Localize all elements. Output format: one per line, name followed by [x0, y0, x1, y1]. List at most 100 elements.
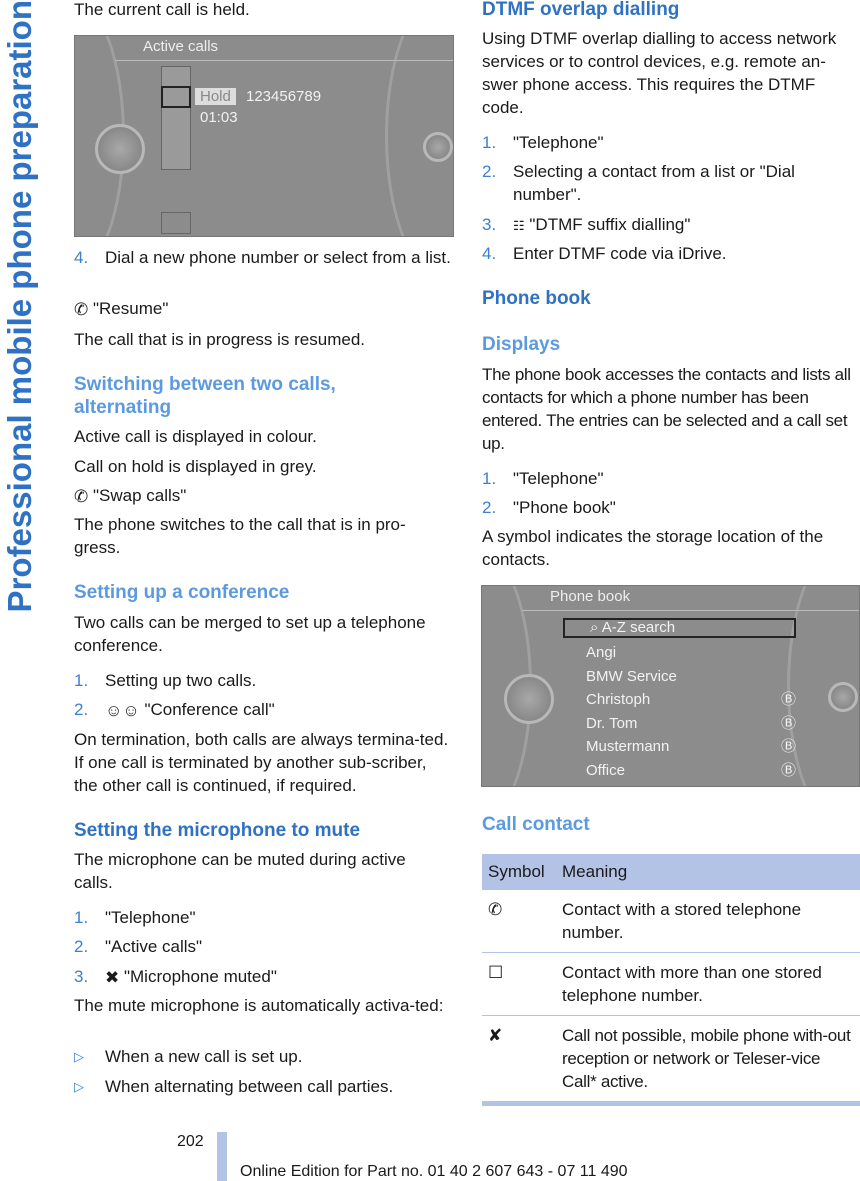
step-text: "Telephone" — [105, 908, 196, 927]
edition-note: Online Edition for Part no. 01 40 2 607 … — [240, 1163, 628, 1180]
call-number: 123456789 — [246, 88, 322, 105]
step-text: "Telephone" — [513, 469, 604, 488]
step-number: 2. — [74, 700, 89, 719]
menu-label: "Swap calls" — [92, 486, 187, 505]
hold-badge: Hold — [195, 88, 236, 105]
paragraph: Active call is displayed in colour. — [74, 427, 317, 446]
phone-book-screenshot: Phone book ⌕ A-Z search Angi BMW Service C… — [481, 585, 860, 787]
bluetooth-icon: Ⓑ — [780, 691, 796, 709]
section-heading: Phone book — [482, 288, 591, 309]
paragraph: The current call is held. — [74, 0, 250, 19]
bluetooth-icon: Ⓑ — [780, 738, 796, 756]
bullet-triangle-icon: ▷ — [74, 1049, 84, 1064]
contact-name: BMW Service — [586, 667, 677, 685]
bluetooth-icon: Ⓑ — [780, 761, 796, 779]
section-heading: Call contact — [482, 814, 590, 835]
step-text: "Phone book" — [513, 498, 616, 517]
chapter-sidebar-title: Professional mobile phone preparation — [1, 0, 38, 613]
header-meaning: Meaning — [556, 854, 860, 890]
paragraph: The phone switches to the call that is i… — [74, 515, 406, 557]
search-label: A-Z search — [601, 619, 676, 636]
contact-item: Office Ⓑ — [586, 759, 796, 783]
paragraph: Two calls can be merged to set up a tele… — [74, 613, 426, 655]
microphone-muted-icon: ✖ — [105, 968, 120, 988]
conference-icon: ☺☺ — [105, 701, 140, 721]
table-row: ✘ Call not possible, mobile phone with-ou… — [482, 1015, 860, 1102]
step-text: Selecting a contact from a list or "Dial… — [513, 162, 795, 204]
step-text: Enter DTMF code via iDrive. — [513, 244, 727, 263]
bullet-text: When a new call is set up. — [105, 1047, 303, 1066]
contact-name: Dr. Tom — [586, 714, 638, 732]
paragraph: A symbol indicates the storage location … — [482, 527, 824, 569]
paragraph: The mute microphone is automatically act… — [74, 996, 444, 1015]
step-number: 3. — [74, 967, 89, 986]
step-text: "Telephone" — [513, 133, 604, 152]
selected-swap-icon — [161, 86, 191, 108]
contact-item: Angi — [586, 641, 796, 665]
step-text: "DTMF suffix dialling" — [529, 215, 691, 234]
step-number: 2. — [482, 498, 497, 517]
contact-item: Dr. Tom Ⓑ — [586, 712, 796, 736]
active-calls-screenshot: Active calls Hold 123456789 01:03 — [74, 35, 454, 237]
step-number: 1. — [482, 469, 497, 488]
table-row: ✆ Contact with a stored telephone number. — [482, 890, 860, 953]
step-text: Dial a new phone number or select from a… — [105, 248, 451, 267]
meaning: Call not possible, mobile phone with-out… — [556, 1015, 860, 1102]
table-row: ☐ Contact with more than one stored telep… — [482, 952, 860, 1016]
multiple-numbers-icon: ☐ — [482, 952, 556, 1016]
contact-name: Office — [586, 761, 625, 779]
paragraph: The microphone can be muted during activ… — [74, 850, 406, 892]
paragraph: Call on hold is displayed in grey. — [74, 457, 317, 476]
contact-name: Christoph — [586, 691, 651, 709]
step-text: "Active calls" — [105, 937, 203, 956]
footer-bar — [217, 1132, 227, 1181]
step-number: 1. — [482, 133, 497, 152]
call-menu-icons — [161, 66, 191, 170]
contact-name: Mustermann — [586, 738, 670, 756]
step-number: 3. — [482, 215, 497, 234]
add-button — [828, 682, 858, 712]
screen-title: Active calls — [143, 38, 219, 55]
paragraph: On termination, both calls are always te… — [74, 730, 449, 795]
end-call-icon — [161, 212, 191, 234]
header-symbol: Symbol — [482, 854, 556, 890]
swap-calls-icon: ✆ — [74, 487, 89, 507]
resume-icon: ✆ — [74, 300, 89, 320]
contact-item: BMW Service — [586, 665, 796, 689]
step-number: 4. — [482, 244, 497, 263]
meaning: Contact with a stored telephone number. — [556, 890, 860, 953]
step-number: 4. — [74, 248, 89, 267]
step-text: Setting up two calls. — [105, 671, 257, 690]
section-heading: Setting up a conference — [74, 582, 290, 603]
step-number: 1. — [74, 908, 89, 927]
section-heading: Switching between two calls, alternating — [74, 374, 336, 418]
step-text: "Microphone muted" — [123, 967, 277, 986]
keypad-icon: ☷ — [513, 218, 525, 234]
bullet-text: When alternating between call parties. — [105, 1077, 394, 1096]
step-number: 2. — [74, 937, 89, 956]
step-number: 1. — [74, 671, 89, 690]
section-heading: Setting the microphone to mute — [74, 820, 361, 841]
call-time: 01:03 — [200, 109, 238, 126]
bluetooth-icon: Ⓑ — [780, 714, 796, 732]
phone-icon: ✆ — [482, 890, 556, 953]
step-text: "Conference call" — [144, 700, 275, 719]
page-number: 202 — [177, 1133, 204, 1150]
contact-item: Mustermann Ⓑ — [586, 735, 796, 759]
section-heading: Displays — [482, 334, 561, 355]
controller-knob — [95, 124, 145, 174]
paragraph: The call that is in progress is resumed. — [74, 330, 366, 349]
no-call-icon: ✘ — [482, 1015, 556, 1102]
controller-knob — [504, 674, 554, 724]
table-header: Symbol Meaning — [482, 854, 860, 890]
contact-name: Angi — [586, 644, 617, 661]
step-number: 2. — [482, 162, 497, 181]
call-contact-table: Symbol Meaning ✆ Contact with a stored tel… — [482, 854, 860, 1106]
option-button — [423, 132, 453, 162]
paragraph: Using DTMF overlap dialling to access ne… — [482, 29, 837, 117]
bullet-triangle-icon: ▷ — [74, 1079, 84, 1094]
contact-item: Christoph Ⓑ — [586, 688, 796, 712]
menu-label: "Resume" — [92, 299, 169, 318]
meaning: Contact with more than one stored teleph… — [556, 952, 860, 1016]
paragraph: The phone book accesses the contacts and… — [482, 365, 851, 453]
